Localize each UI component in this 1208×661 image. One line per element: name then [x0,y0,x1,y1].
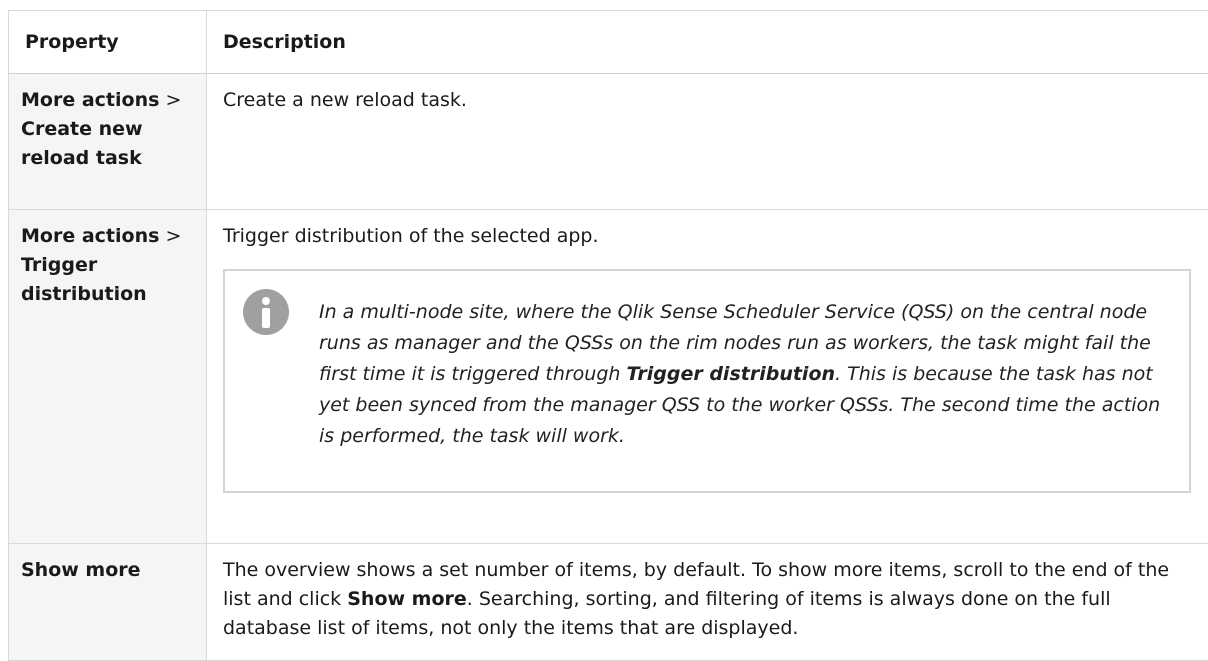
note-emphasis: Trigger distribution [627,363,836,385]
info-icon [243,289,289,335]
description-cell: The overview shows a set number of items… [207,544,1208,661]
property-action-label: Create new reload task [21,118,143,169]
description-text: Trigger distribution of the selected app… [223,222,1192,251]
property-cell: More actions > Trigger distribution [9,210,207,544]
description-text: Create a new reload task. [223,89,467,111]
property-menu-label: More actions [21,225,159,247]
property-label: Show more [21,559,141,581]
description-cell: Trigger distribution of the selected app… [207,210,1208,544]
property-cell: More actions > Create new reload task [9,74,207,210]
property-separator: > [159,225,181,247]
property-menu-label: More actions [21,89,159,111]
header-property: Property [9,11,207,74]
table-row: Show more The overview shows a set numbe… [9,544,1208,661]
property-action-label: Trigger distribution [21,254,147,305]
description-cell: Create a new reload task. [207,74,1208,210]
table-row: More actions > Create new reload task Cr… [9,74,1208,210]
property-cell: Show more [9,544,207,661]
table-header-row: Property Description [9,11,1208,74]
note-text: In a multi-node site, where the Qlik Sen… [319,297,1179,452]
description-emphasis: Show more [347,588,467,610]
table-row: More actions > Trigger distribution Trig… [9,210,1208,544]
property-description-table: Property Description More actions > Crea… [8,10,1208,661]
note-box: In a multi-node site, where the Qlik Sen… [223,269,1191,493]
property-separator: > [159,89,181,111]
header-description: Description [207,11,1208,74]
